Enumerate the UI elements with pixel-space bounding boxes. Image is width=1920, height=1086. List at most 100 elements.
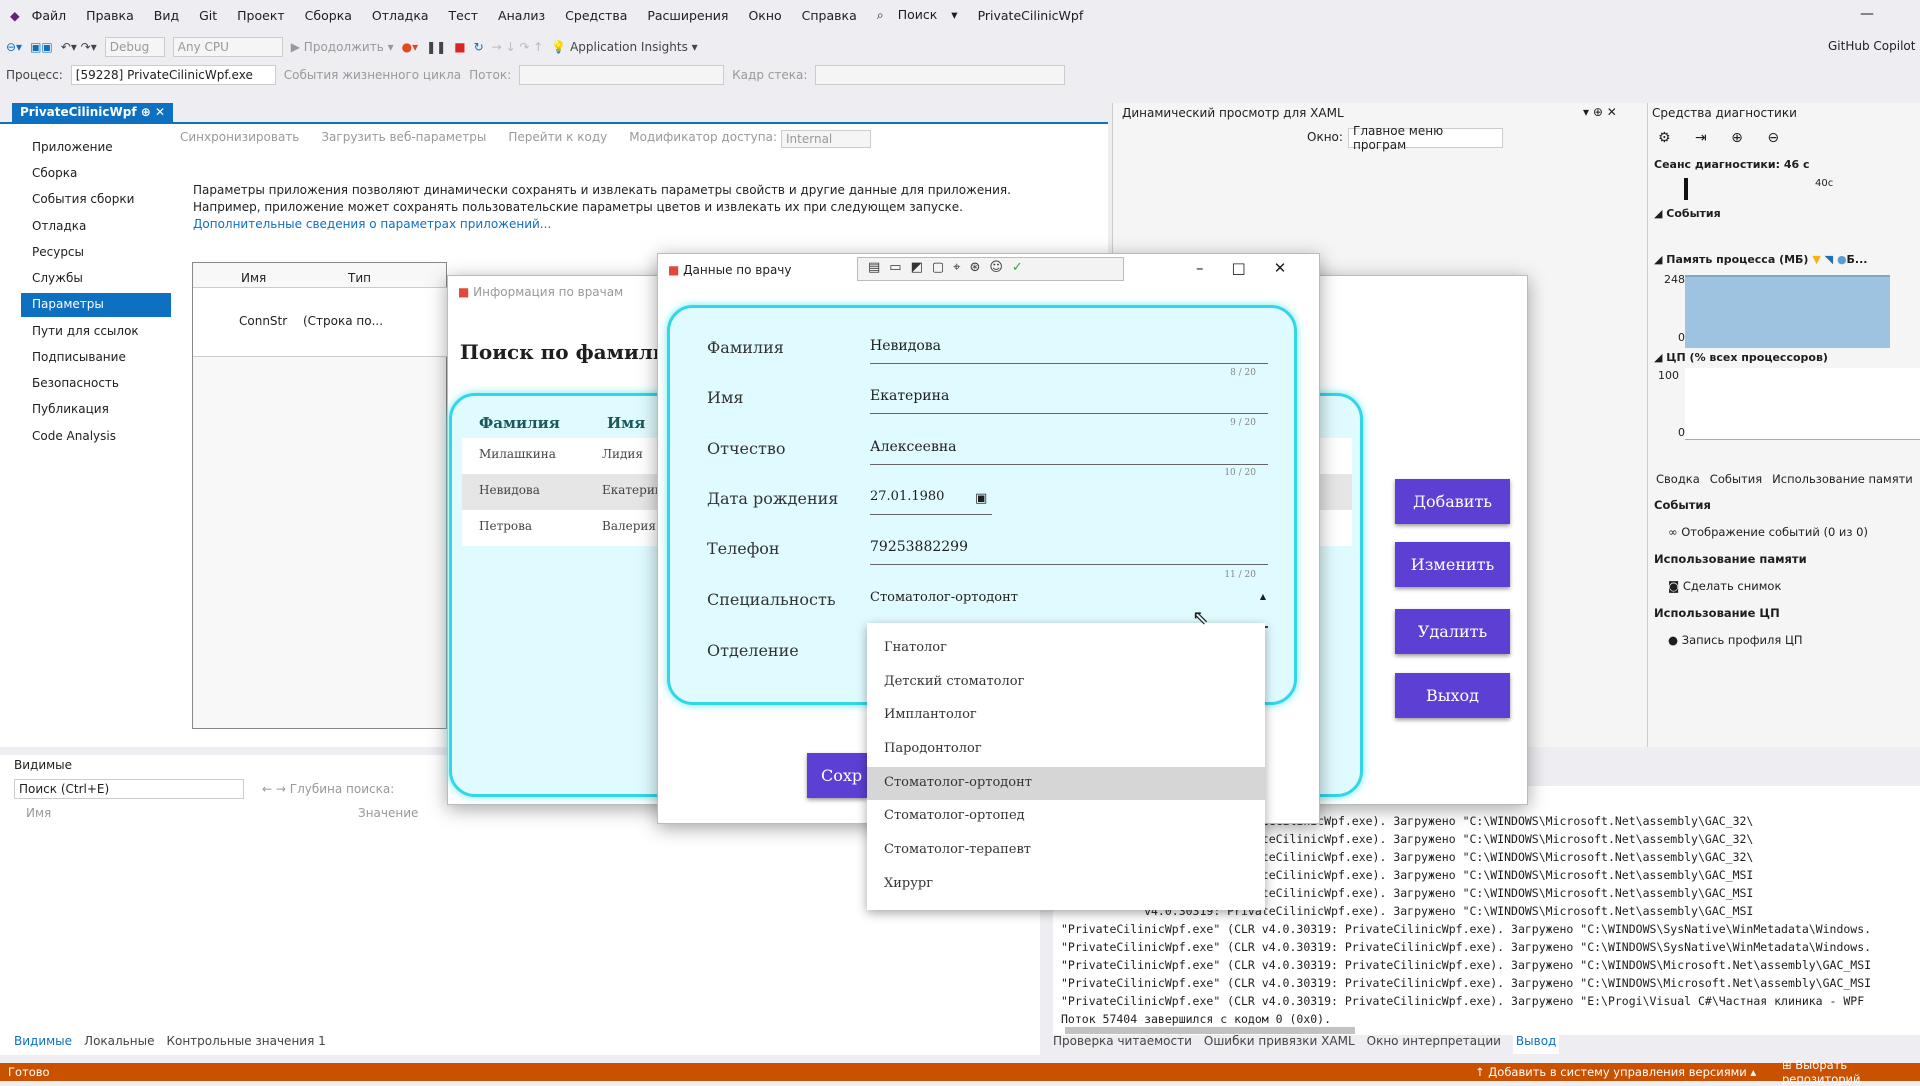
pause-icon[interactable]: ❚❚ — [426, 40, 446, 54]
config-select[interactable]: Debug — [105, 37, 165, 57]
option[interactable]: Хирург — [867, 868, 1265, 901]
birth-date-input[interactable]: 27.01.1980 — [870, 489, 992, 515]
menu-test[interactable]: Тест — [439, 8, 488, 23]
nav-settings[interactable]: Параметры — [21, 293, 171, 317]
tab-events[interactable]: События — [1710, 472, 1762, 486]
col-first-name[interactable]: Имя — [607, 414, 645, 432]
edit-button[interactable]: Изменить — [1395, 542, 1510, 587]
nav-publish[interactable]: Публикация — [21, 398, 171, 422]
menu-file[interactable]: Файл — [22, 8, 77, 23]
close-icon[interactable]: ✕ — [1274, 259, 1315, 277]
learn-more-link[interactable]: Дополнительные сведения о параметрах при… — [193, 217, 551, 231]
watch-search-input[interactable]: Поиск (Ctrl+E) — [14, 779, 244, 799]
tab-locals[interactable]: Локальные — [84, 1034, 154, 1054]
lifecycle-events[interactable]: События жизненного цикла — [284, 68, 461, 82]
select-repository[interactable]: ⊞ Выбрать репозиторий — [1782, 1058, 1920, 1086]
option[interactable]: Стоматолог-ортопед — [867, 800, 1265, 833]
menu-git[interactable]: Git — [189, 8, 227, 23]
menu-help[interactable]: Справка — [792, 8, 867, 23]
tab-summary[interactable]: Сводка — [1656, 472, 1700, 486]
tab-output[interactable]: Вывод — [1513, 1034, 1559, 1054]
restart-icon[interactable]: ↻ — [474, 40, 484, 54]
pin-icon[interactable]: ⊕ — [141, 105, 151, 119]
back-icon[interactable]: ⊖▾ — [6, 40, 22, 54]
nav-debug[interactable]: Отладка — [21, 215, 171, 239]
xaml-debug-toolbar[interactable]: ▤▭◩▢⌖⊛☺✓ — [857, 257, 1124, 281]
col-last-name[interactable]: Фамилия — [479, 414, 560, 432]
nav-signing[interactable]: Подписывание — [21, 346, 171, 370]
minimize-icon[interactable]: — — [1860, 6, 1874, 22]
sync-button[interactable]: Синхронизировать — [180, 130, 299, 148]
tab-immediate[interactable]: Окно интерпретации — [1367, 1034, 1501, 1054]
nav-services[interactable]: Службы — [21, 267, 171, 291]
save-button[interactable]: Сохр — [807, 753, 867, 798]
nav-application[interactable]: Приложение — [21, 136, 171, 160]
minimize-icon[interactable]: – — [1196, 259, 1232, 277]
search-menu[interactable]: ⌕ Поиск ▾ — [867, 7, 968, 23]
cpu-header[interactable]: ◢ ЦП (% всех процессоров) — [1654, 351, 1828, 364]
undo-icon[interactable]: ↶▾ ↷▾ — [61, 40, 97, 54]
tab-watch-1[interactable]: Контрольные значения 1 — [166, 1034, 325, 1054]
nav-build[interactable]: Сборка — [21, 162, 171, 186]
close-icon[interactable]: ✕ — [155, 105, 165, 119]
menu-tools[interactable]: Средства — [555, 8, 637, 23]
phone-input[interactable]: 79253882299 — [870, 539, 1268, 565]
delete-button[interactable]: Удалить — [1395, 609, 1510, 654]
events-header[interactable]: ◢ События — [1654, 207, 1721, 220]
record-cpu-profile-button[interactable]: ● Запись профиля ЦП — [1668, 633, 1803, 647]
option[interactable]: Детский стоматолог — [867, 666, 1265, 699]
github-copilot-button[interactable]: GitHub Copilot — [1828, 39, 1915, 53]
menu-debug[interactable]: Отладка — [362, 8, 439, 23]
take-snapshot-button[interactable]: ◙ Сделать снимок — [1668, 579, 1781, 593]
access-modifier-select[interactable]: Internal — [781, 130, 871, 148]
nav-reference-paths[interactable]: Пути для ссылок — [21, 320, 171, 344]
add-button[interactable]: Добавить — [1395, 479, 1510, 524]
thread-select[interactable] — [519, 65, 724, 85]
nav-build-events[interactable]: События сборки — [21, 188, 171, 212]
process-select[interactable]: [59228] PrivateCilinicWpf.exe — [71, 65, 276, 85]
step-icons[interactable]: → ↓ ↷ ↑ — [492, 40, 544, 54]
nav-security[interactable]: Безопасность — [21, 372, 171, 396]
stack-frame-select[interactable] — [815, 65, 1065, 85]
patronymic-input[interactable]: Алексеевна — [870, 439, 1268, 465]
menu-project[interactable]: Проект — [227, 8, 295, 23]
maximize-icon[interactable]: □ — [1232, 259, 1274, 277]
tab-xaml-binding-errors[interactable]: Ошибки привязки XAML — [1204, 1034, 1355, 1054]
nav-resources[interactable]: Ресурсы — [21, 241, 171, 265]
continue-button[interactable]: ▶ Продолжить ▾ — [291, 40, 394, 54]
diag-toolbar-icons[interactable]: ⚙ ⇥ ⊕ ⊖ — [1658, 130, 1789, 146]
platform-select[interactable]: Any CPU — [173, 37, 283, 57]
first-name-input[interactable]: Екатерина — [870, 388, 1268, 414]
menu-edit[interactable]: Правка — [76, 8, 144, 23]
load-web-settings-button[interactable]: Загрузить веб-параметры — [321, 130, 486, 148]
tab-autos[interactable]: Видимые — [14, 1034, 72, 1054]
menu-analyze[interactable]: Анализ — [488, 8, 555, 23]
tab-accessibility[interactable]: Проверка читаемости — [1053, 1034, 1192, 1054]
hot-reload-icon[interactable]: ●▾ — [402, 40, 419, 54]
menu-view[interactable]: Вид — [144, 8, 189, 23]
calendar-icon[interactable]: ▣ — [975, 491, 987, 506]
tab-project-properties[interactable]: PrivateCilinicWpf ⊕ ✕ — [12, 103, 173, 123]
menu-extensions[interactable]: Расширения — [637, 8, 738, 23]
add-to-source-control[interactable]: ↑ Добавить в систему управления версиями… — [1475, 1065, 1756, 1079]
option-selected[interactable]: Стоматолог-ортодонт — [867, 767, 1265, 800]
memory-header[interactable]: ◢ Память процесса (МБ) ▼ ◥ ●Б... — [1654, 253, 1867, 266]
insights-button[interactable]: 💡 Application Insights ▾ — [551, 40, 697, 54]
nav-code-analysis[interactable]: Code Analysis — [21, 425, 171, 449]
option[interactable]: Стоматолог-терапевт — [867, 834, 1265, 867]
setting-type[interactable]: (Строка по... — [303, 314, 383, 328]
stop-icon[interactable]: ■ — [454, 40, 465, 54]
view-code-button[interactable]: Перейти к коду — [508, 130, 607, 148]
output-scrollbar[interactable] — [1065, 1027, 1355, 1034]
table-row[interactable]: ConnStr (Строка по... — [193, 287, 448, 357]
option[interactable]: Имплантолог — [867, 699, 1265, 732]
tab-memory-usage[interactable]: Использование памяти — [1772, 472, 1913, 486]
save-icon[interactable]: ▣▣ — [30, 40, 53, 54]
menu-window[interactable]: Окно — [738, 8, 791, 23]
depth-control[interactable]: ← → Глубина поиска: — [262, 782, 394, 796]
panel-close-icon[interactable]: ▾ ⊕ ✕ — [1583, 105, 1617, 119]
menu-build[interactable]: Сборка — [295, 8, 362, 23]
timeline-marker[interactable] — [1684, 178, 1688, 200]
exit-button[interactable]: Выход — [1395, 673, 1510, 718]
setting-name[interactable]: ConnStr — [239, 314, 287, 328]
